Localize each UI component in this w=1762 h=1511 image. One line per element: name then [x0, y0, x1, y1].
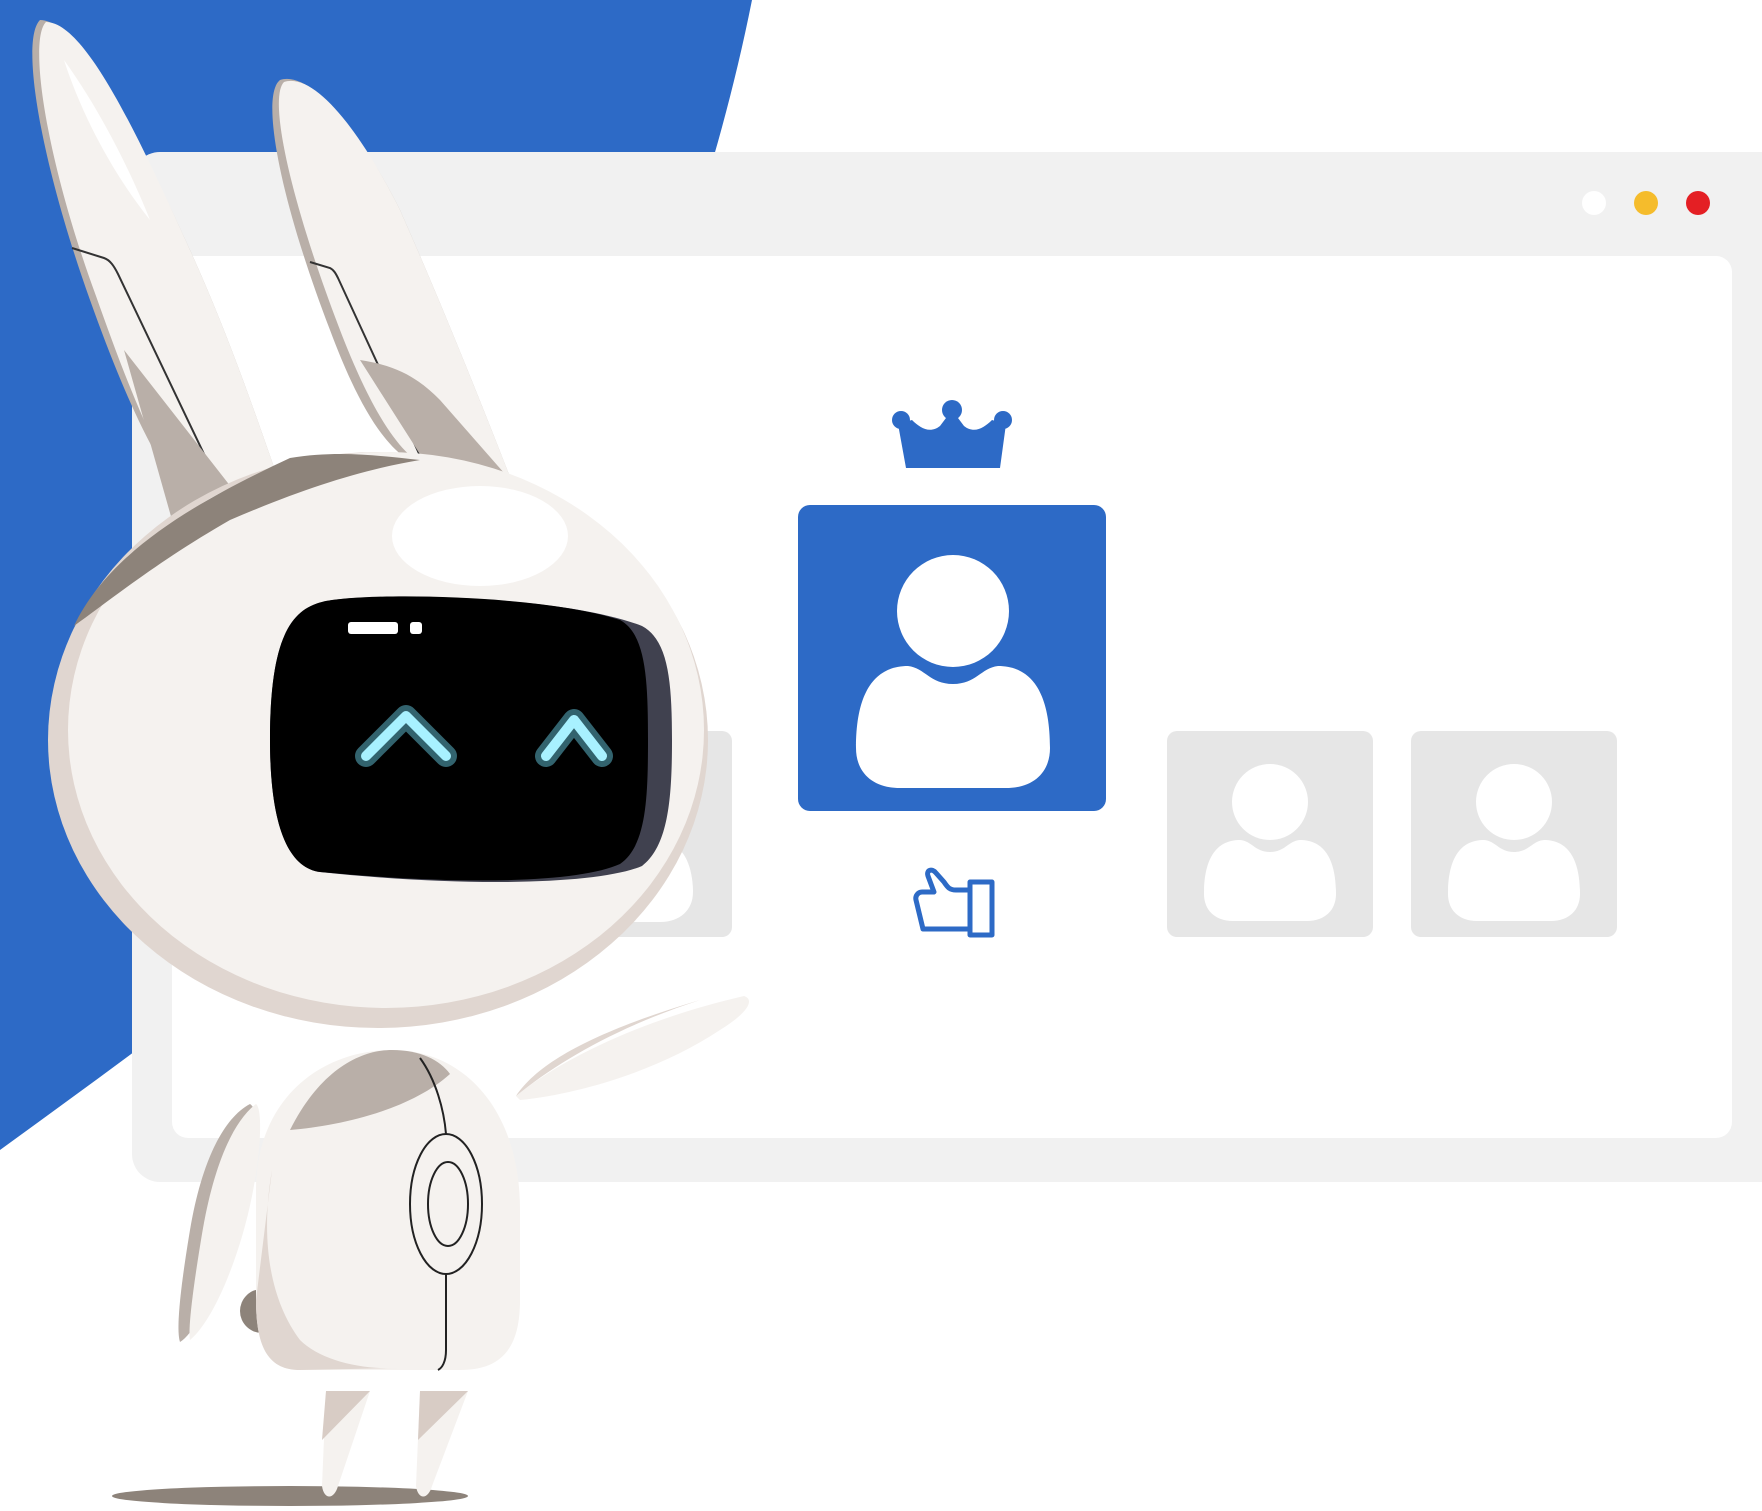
- window-dot-white[interactable]: [1582, 191, 1606, 215]
- user-card-placeholder-middle[interactable]: [1167, 731, 1373, 937]
- featured-user-card[interactable]: [798, 505, 1106, 811]
- robot-legs: [322, 1391, 468, 1497]
- visor-highlight-bar: [348, 622, 398, 634]
- robot-visor: [270, 596, 672, 883]
- robot-body: [256, 1050, 520, 1371]
- visor-highlight-dot: [410, 622, 422, 634]
- user-card-placeholder-right[interactable]: [1411, 731, 1617, 937]
- robot-head: [48, 452, 708, 1028]
- window-dot-yellow[interactable]: [1634, 191, 1658, 215]
- illustration-canvas: [0, 0, 1762, 1506]
- window-dot-red[interactable]: [1686, 191, 1710, 215]
- robot-shadow: [112, 1486, 468, 1506]
